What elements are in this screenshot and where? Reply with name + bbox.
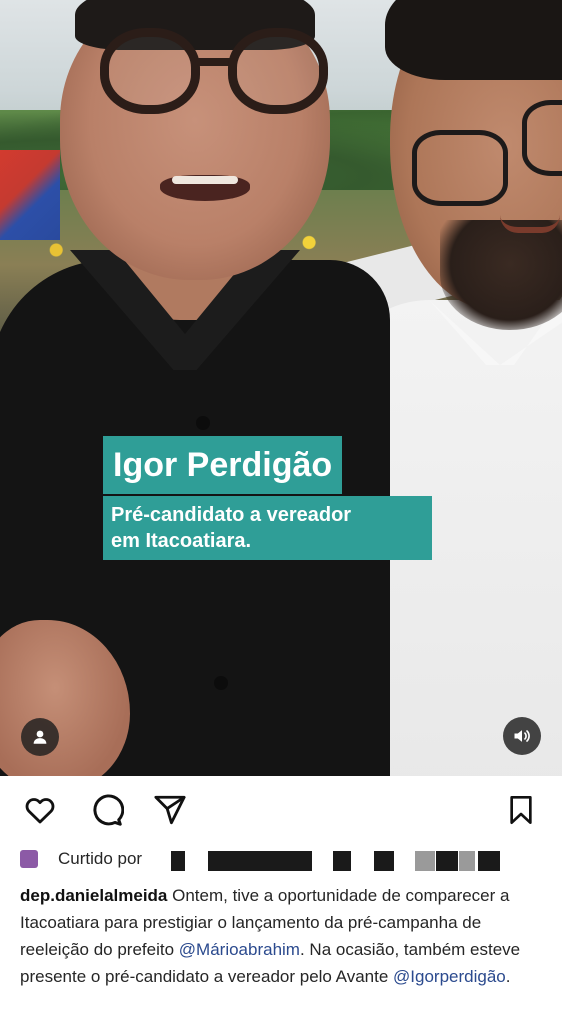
paper-plane-icon [154, 795, 186, 825]
redacted-block [171, 851, 185, 871]
redacted-block [333, 851, 351, 871]
sound-toggle-button[interactable] [503, 717, 541, 755]
post-caption: dep.danielalmeida Ontem, tive a oportuni… [20, 882, 548, 990]
redacted-block [459, 851, 475, 871]
post-media[interactable]: Igor Perdigão Pré-candidato a vereador e… [0, 0, 562, 776]
action-bar [0, 776, 562, 842]
shirt-button [214, 676, 228, 690]
comment-button[interactable] [87, 792, 125, 828]
overlay-subtitle-line1: Pré-candidato a vereador [111, 504, 352, 526]
speaker-icon [514, 730, 530, 742]
bookmark-icon [510, 796, 532, 824]
flag [0, 150, 60, 240]
like-button[interactable] [21, 792, 59, 828]
save-button[interactable] [502, 792, 540, 828]
left-person-glasses [100, 28, 330, 120]
redacted-block [415, 851, 435, 871]
caption-username[interactable]: dep.danielalmeida [20, 886, 167, 905]
tagged-users-button[interactable] [21, 718, 59, 756]
share-button[interactable] [151, 792, 189, 828]
comment-bubble-icon [93, 794, 124, 826]
left-person-teeth [172, 176, 238, 184]
caption-mention[interactable]: @Márioabrahim [179, 940, 300, 959]
heart-icon [25, 798, 55, 824]
right-person-glasses [412, 100, 562, 210]
redacted-block [374, 851, 394, 871]
likes-summary[interactable]: Curtido por [20, 846, 142, 872]
person-icon [33, 730, 47, 744]
shirt-button [196, 416, 210, 430]
caption-text: . [505, 967, 511, 986]
redacted-block [478, 851, 500, 871]
caption-mention[interactable]: @Igorperdigão [393, 967, 506, 986]
likes-prefix: Curtido por [58, 849, 143, 868]
redacted-block [208, 851, 312, 871]
overlay-subtitle-line2: em Itacoatiara. [111, 530, 252, 552]
overlay-name: Igor Perdigão [103, 436, 343, 494]
right-person-hair [385, 0, 562, 80]
overlay-subtitle: Pré-candidato a vereador em Itacoatiara. [103, 496, 432, 560]
redacted-block [436, 851, 458, 871]
right-person-smile [500, 215, 560, 233]
liker-avatar [20, 850, 38, 868]
